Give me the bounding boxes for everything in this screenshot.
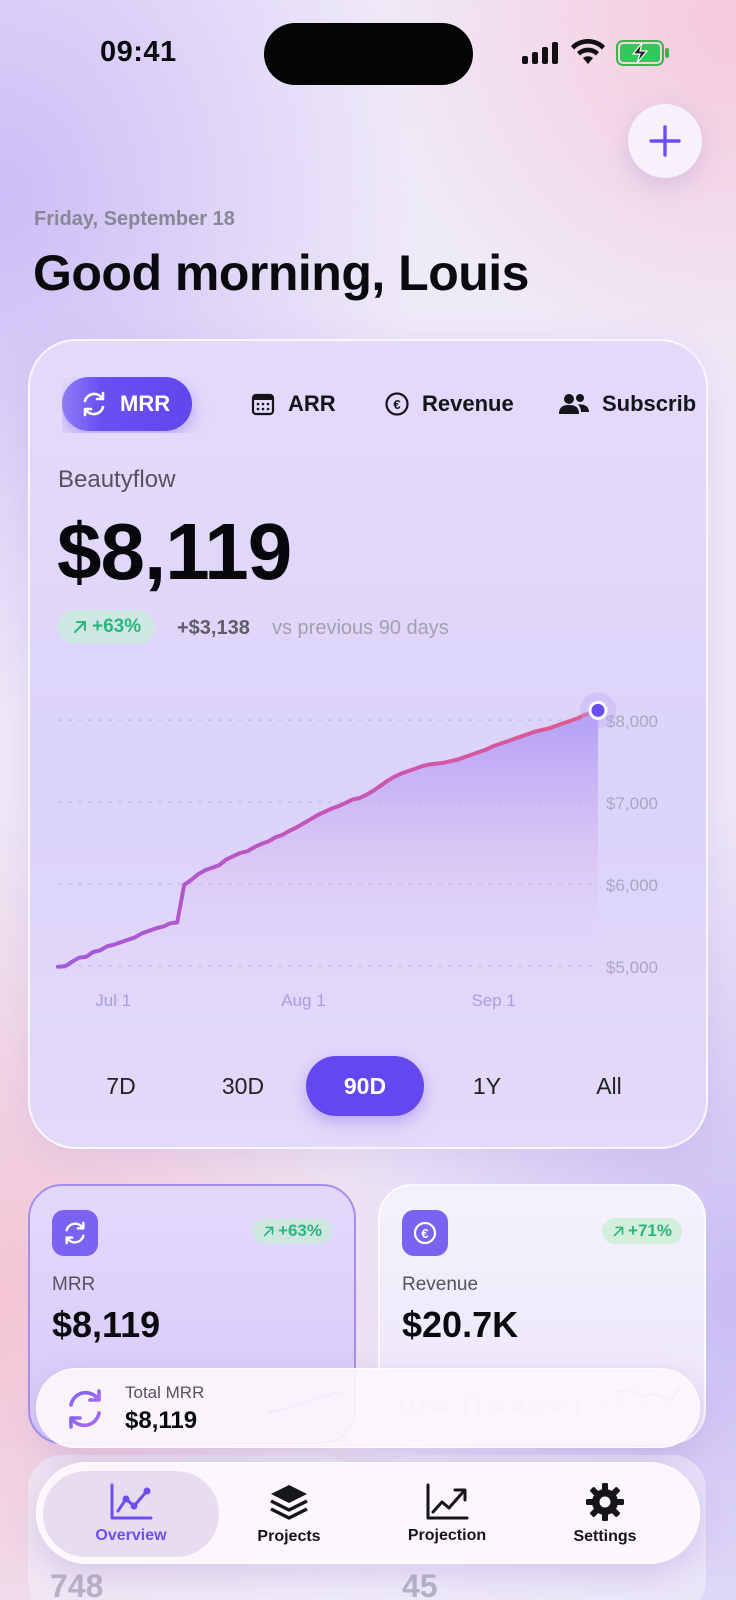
- wifi-icon: [571, 38, 605, 64]
- tab-mrr[interactable]: MRR: [62, 377, 193, 431]
- tab-arr[interactable]: ARR: [250, 377, 336, 431]
- greeting-title: Good morning, Louis: [33, 245, 530, 301]
- tab-revenue[interactable]: € Revenue: [384, 377, 514, 431]
- cellular-signal-icon: [522, 42, 558, 64]
- mrr-card-change: +63%: [252, 1218, 332, 1244]
- tab-subscribers[interactable]: Subscrib: [558, 377, 696, 431]
- nav-overview-label: Overview: [95, 1527, 167, 1544]
- refresh-icon: [65, 1221, 85, 1245]
- last-point: [588, 700, 608, 720]
- change-pct: +63%: [92, 616, 142, 637]
- tab-subscribers-label: Subscrib: [602, 391, 697, 416]
- y-tick-label: $5,000: [606, 958, 658, 977]
- nav-projects-label: Projects: [257, 1528, 321, 1545]
- euro-icon: €: [413, 1221, 437, 1245]
- total-mrr-label: Total MRR: [125, 1383, 205, 1402]
- total-mrr-value: $8,119: [125, 1407, 198, 1434]
- range-selector: 7D 30D 90D 1Y All: [62, 1056, 678, 1116]
- x-tick-label: Aug 1: [281, 991, 325, 1010]
- calendar-icon: [251, 393, 275, 416]
- metric-value: $8,119: [57, 507, 292, 596]
- mrr-card-icon: [52, 1210, 98, 1256]
- bottom-tab-bar: Overview Projects Projection Settings: [36, 1462, 700, 1564]
- arrow-up-right-icon: [613, 1226, 624, 1236]
- peek-value-right: 45: [402, 1568, 438, 1600]
- range-all[interactable]: All: [550, 1056, 668, 1116]
- revenue-card-label: Revenue: [402, 1274, 479, 1295]
- refresh-icon: [69, 1389, 101, 1429]
- arrow-up-right-icon: [263, 1226, 274, 1236]
- battery-charging-icon: [616, 40, 669, 66]
- nav-projection[interactable]: Projection: [359, 1471, 535, 1557]
- nav-overview[interactable]: Overview: [43, 1471, 219, 1557]
- comparison-text: vs previous 90 days: [272, 617, 449, 639]
- refresh-icon: [83, 391, 105, 417]
- gear-icon: [586, 1483, 624, 1521]
- y-tick-label: $6,000: [606, 876, 658, 895]
- arrow-up-right-icon: [74, 621, 86, 633]
- total-mrr-pill[interactable]: Total MRR $8,119: [36, 1368, 700, 1448]
- svg-text:€: €: [421, 1226, 428, 1241]
- tab-mrr-label: MRR: [120, 391, 171, 416]
- svg-text:€: €: [393, 397, 400, 412]
- chart-line-icon: [110, 1483, 153, 1520]
- y-tick-label: $7,000: [606, 794, 658, 813]
- nav-projection-label: Projection: [407, 1527, 487, 1544]
- plus-icon: [649, 125, 681, 157]
- series-area: [58, 710, 598, 967]
- peek-value-left: 748: [50, 1568, 104, 1600]
- header-date: Friday, September 18: [34, 208, 235, 230]
- status-time: 09:41: [100, 36, 177, 68]
- revenue-card-change-value: +71%: [628, 1221, 672, 1240]
- tab-arr-label: ARR: [288, 391, 336, 416]
- nav-settings[interactable]: Settings: [517, 1471, 693, 1557]
- range-30d[interactable]: 30D: [184, 1056, 302, 1116]
- nav-projects[interactable]: Projects: [201, 1471, 377, 1557]
- range-7d[interactable]: 7D: [62, 1056, 180, 1116]
- range-90d[interactable]: 90D: [306, 1056, 424, 1116]
- range-1y[interactable]: 1Y: [428, 1056, 546, 1116]
- change-amount: +$3,138: [177, 617, 250, 639]
- revenue-card-change: +71%: [602, 1218, 682, 1244]
- mrr-card-value: $8,119: [52, 1304, 161, 1345]
- mrr-card-label: MRR: [52, 1274, 96, 1295]
- metric-tabs: MRR ARR € Revenue Subscrib: [62, 377, 702, 433]
- change-badge: +63%: [58, 610, 156, 644]
- mrr-chart[interactable]: $5,000$6,000$7,000$8,000Jul 1 Aug 1 Sep 1: [30, 671, 708, 1011]
- revenue-card-value: $20.7K: [402, 1304, 519, 1345]
- dynamic-island: [264, 23, 473, 85]
- x-tick-label: Sep 1: [471, 991, 515, 1010]
- tab-revenue-label: Revenue: [422, 391, 514, 416]
- euro-icon: €: [385, 392, 409, 416]
- project-name: Beautyflow: [58, 466, 176, 493]
- mrr-card-change-value: +63%: [278, 1221, 322, 1240]
- x-tick-label: Jul 1: [95, 991, 131, 1010]
- revenue-card-icon: €: [402, 1210, 448, 1256]
- nav-settings-label: Settings: [573, 1528, 637, 1545]
- users-icon: [559, 394, 589, 414]
- trend-up-icon: [426, 1483, 469, 1520]
- add-button[interactable]: [628, 104, 702, 178]
- layers-icon: [270, 1485, 308, 1520]
- metric-overview-card: MRR ARR € Revenue Subscrib Beautyflow $8…: [28, 339, 708, 1149]
